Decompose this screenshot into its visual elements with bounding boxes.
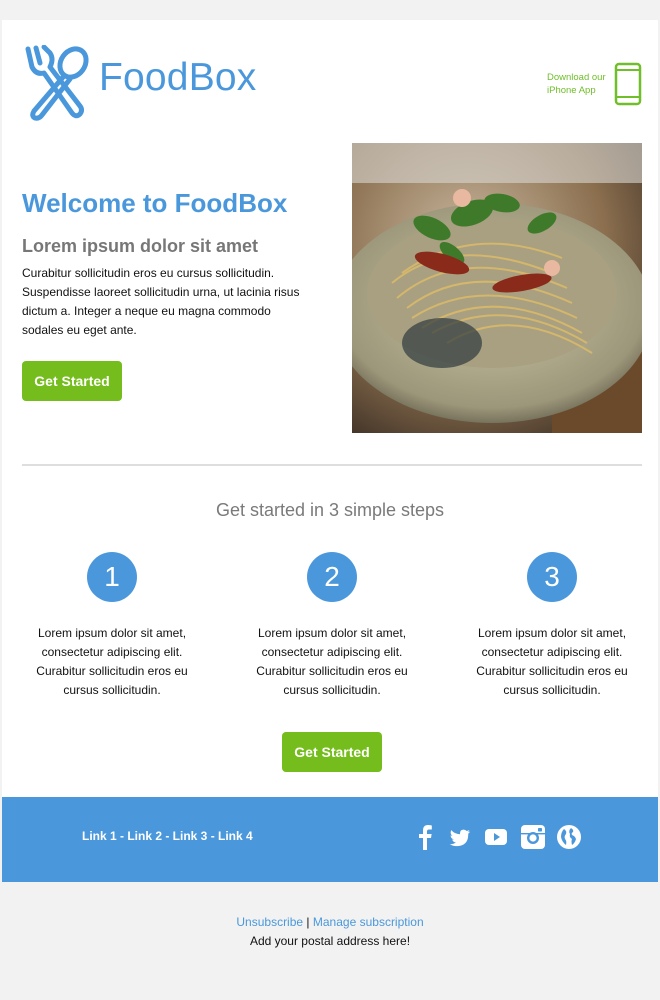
step-2: 2 Lorem ipsum dolor sit amet, consectetu… — [242, 552, 422, 700]
phone-icon[interactable] — [614, 62, 642, 106]
postal-address: Add your postal address here! — [249, 934, 411, 948]
section-divider — [22, 464, 642, 466]
step-description: Lorem ipsum dolor sit amet, consectetur … — [476, 626, 628, 697]
app-download-link[interactable]: Download our iPhone App — [547, 71, 617, 97]
instagram-icon[interactable] — [520, 824, 546, 850]
get-started-button-secondary[interactable]: Get Started — [282, 732, 382, 772]
app-promo-line1: Download our — [547, 72, 606, 83]
get-started-button[interactable]: Get Started — [22, 361, 122, 401]
app-promo-line2: iPhone App — [547, 85, 596, 96]
manage-subscription-link[interactable]: Manage subscription — [313, 915, 424, 929]
steps-title: Get started in 3 simple steps — [215, 500, 445, 520]
youtube-icon[interactable] — [484, 824, 508, 850]
pasta-dish-image — [352, 143, 642, 433]
unsubscribe-link[interactable]: Unsubscribe — [236, 915, 303, 929]
step-number-badge: 1 — [87, 552, 137, 602]
facebook-icon[interactable] — [416, 824, 434, 850]
step-number-badge: 2 — [307, 552, 357, 602]
hero-title: Welcome to FoodBox — [22, 188, 288, 218]
step-3: 3 Lorem ipsum dolor sit amet, consectetu… — [462, 552, 642, 700]
twitter-icon[interactable] — [449, 824, 471, 850]
step-number-badge: 3 — [527, 552, 577, 602]
subscription-footer: Unsubscribe | Manage subscription Add yo… — [0, 913, 660, 951]
footer-links[interactable]: Link 1 - Link 2 - Link 3 - Link 4 — [82, 829, 253, 843]
step-description: Lorem ipsum dolor sit amet, consectetur … — [36, 626, 188, 697]
globe-icon[interactable] — [556, 824, 582, 850]
link-separator: | — [306, 915, 310, 929]
step-1: 1 Lorem ipsum dolor sit amet, consectetu… — [22, 552, 202, 700]
brand-name: FoodBox — [99, 56, 257, 99]
hero-body-text: Curabitur sollicitudin eros eu cursus so… — [22, 266, 300, 337]
hero-subtitle: Lorem ipsum dolor sit amet — [22, 236, 259, 256]
fork-spoon-logo-icon — [25, 45, 89, 121]
step-description: Lorem ipsum dolor sit amet, consectetur … — [256, 626, 408, 697]
